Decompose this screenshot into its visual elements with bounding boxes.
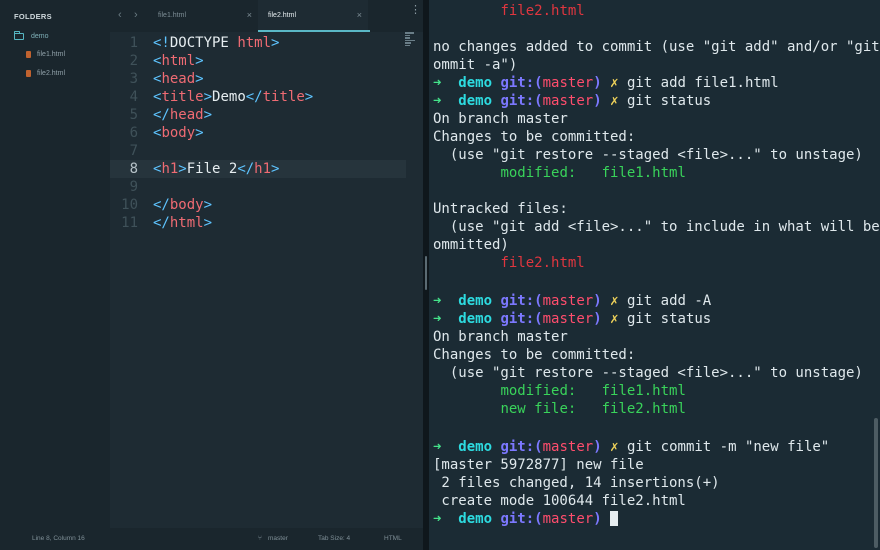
html-file-icon [26,50,31,58]
code-line: 10 </body> [110,196,406,214]
tab-bar: ‹ › file1.html × file2.html × ⋮ [110,0,424,32]
code-line: 11 </html> [110,214,406,232]
folder-icon [14,30,24,40]
line-number: 4 [129,89,138,105]
terminal-line: On branch master [433,329,568,345]
line-number: 6 [129,125,138,141]
back-arrow-icon[interactable]: ‹ [118,9,122,21]
line-number: 8 [129,161,138,177]
folder-label: demo [31,32,49,40]
terminal-line: modified: file1.html [500,165,686,181]
terminal-line: 2 files changed, 14 insertions(+) [433,475,720,491]
terminal-line: Changes to be committed: [433,347,636,363]
code-line: 9 [110,178,406,196]
cursor-position: Line 8, Column 16 [32,535,85,542]
close-icon[interactable]: × [247,10,252,20]
status-bar: Line 8, Column 16 ⑂ master Tab Size: 4 H… [0,528,424,550]
terminal-line: create mode 100644 file2.html [433,493,686,509]
line-number: 5 [129,107,138,123]
code-line-text: <html> [153,53,204,69]
line-number: 7 [129,143,138,159]
git-branch-icon: ⑂ [258,535,262,542]
terminal-prompt-line[interactable]: ➜ demo git:(master) [433,510,619,528]
code-line: 5 </head> [110,106,406,124]
terminal-line: file2.html [500,255,585,271]
close-icon[interactable]: × [357,10,362,20]
html-file-icon [26,69,31,77]
git-branch[interactable]: master [268,535,288,542]
terminal[interactable]: file2.html no changes added to commit (u… [429,0,880,550]
tab-file1[interactable]: file1.html × [148,0,258,32]
line-number: 3 [129,71,138,87]
tab-file2[interactable]: file2.html × [258,0,370,32]
code-line: 4 <title>Demo</title> [110,88,406,106]
terminal-prompt-line: ➜ demo git:(master) ✗ git status [433,311,712,327]
line-number: 1 [129,35,138,51]
code-line-text: <!DOCTYPE html> [153,35,280,51]
terminal-prompt-line: ➜ demo git:(master) ✗ git commit -m "new… [433,439,830,455]
code-line: 3 <head> [110,70,406,88]
code-line: 1 <!DOCTYPE html> [110,34,406,52]
sidebar: FOLDERS demo file1.html file2.html [0,0,110,528]
forward-arrow-icon[interactable]: › [134,9,138,21]
code-editor: FOLDERS demo file1.html file2.html ‹ › f… [0,0,424,550]
code-line: 6 <body> [110,124,406,142]
terminal-line: On branch master [433,111,568,127]
terminal-prompt-line: ➜ demo git:(master) ✗ git add file1.html [433,75,779,91]
tab-size[interactable]: Tab Size: 4 [318,535,350,542]
split-handle[interactable] [425,256,427,290]
terminal-prompt-line: ➜ demo git:(master) ✗ git status [433,93,712,109]
sidebar-header: FOLDERS [14,12,52,21]
terminal-line: (use "git restore --staged <file>..." to… [433,147,863,163]
code-line-text: <title>Demo</title> [153,89,314,105]
line-number: 11 [121,215,138,231]
terminal-line: ommitted) [433,237,509,253]
line-number: 9 [129,179,138,195]
minimap[interactable] [405,32,417,52]
syntax-mode[interactable]: HTML [384,535,402,542]
terminal-line: new file: file2.html [500,401,686,417]
terminal-line: (use "git add <file>..." to include in w… [433,219,880,235]
terminal-line: [master 5972877] new file [433,457,644,473]
terminal-prompt-line: ➜ demo git:(master) ✗ git add -A [433,293,712,309]
terminal-line: Untracked files: [433,201,568,217]
tab-label: file1.html [158,12,187,19]
code-line-current: 8 <h1>File 2</h1> [110,160,406,178]
code-line: 2 <html> [110,52,406,70]
line-number: 10 [121,197,138,213]
terminal-line: (use "git restore --staged <file>..." to… [433,365,863,381]
code-area[interactable]: 1 <!DOCTYPE html> 2 <html> 3 <head> 4 <t… [110,32,406,528]
more-icon[interactable]: ⋮ [410,5,421,16]
terminal-line: no changes added to commit (use "git add… [433,39,880,55]
sidebar-folder-demo[interactable]: demo [14,29,49,43]
code-line-text: <body> [153,125,204,141]
tab-label: file2.html [268,12,297,19]
code-line-text: <head> [153,71,204,87]
code-line-text: </body> [153,197,213,213]
line-number: 2 [129,53,138,69]
terminal-line: Changes to be committed: [433,129,636,145]
code-line: 7 [110,142,406,160]
code-line-text: </head> [153,107,213,123]
code-line-text: </html> [153,215,213,231]
file-label: file1.html [37,50,66,58]
code-line-text: <h1>File 2</h1> [153,161,280,177]
terminal-line: file2.html [500,3,585,19]
terminal-cursor [610,511,619,526]
terminal-line: ommit -a") [433,57,518,73]
terminal-scrollbar[interactable] [874,418,878,548]
sidebar-file-file1[interactable]: file1.html [26,47,65,61]
file-label: file2.html [37,69,66,77]
terminal-line: modified: file1.html [500,383,686,399]
sidebar-file-file2[interactable]: file2.html [26,66,65,80]
